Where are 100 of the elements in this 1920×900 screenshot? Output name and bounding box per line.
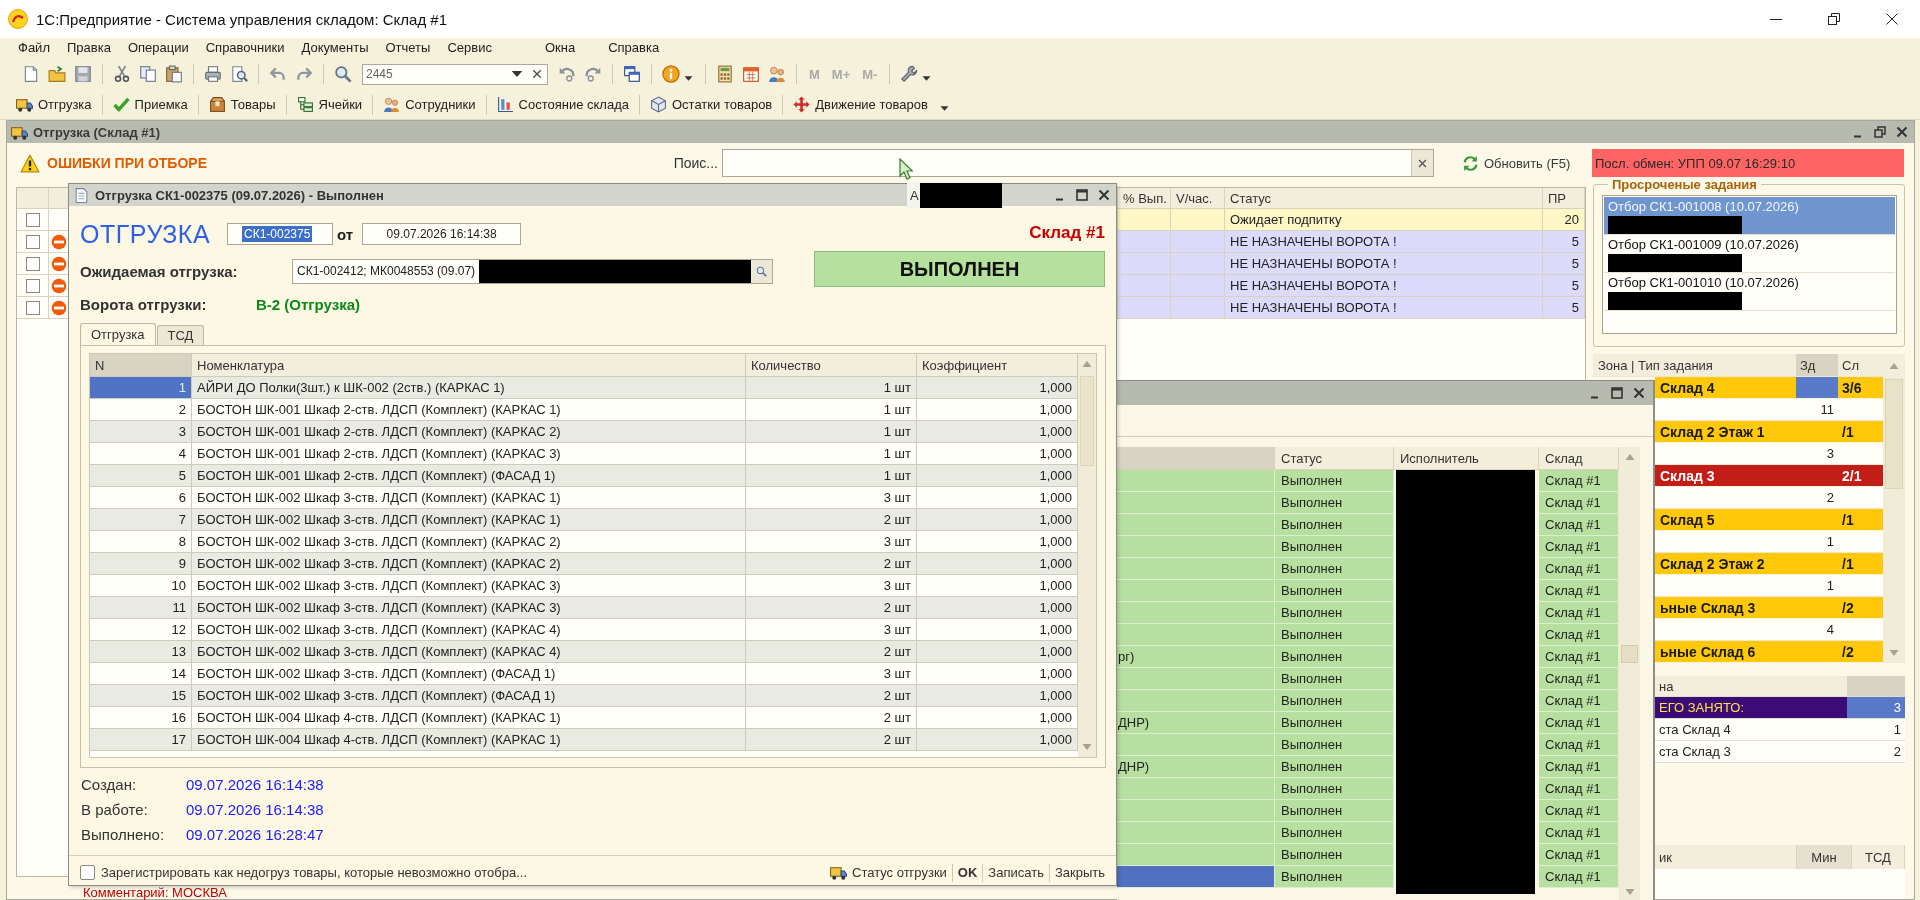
table-cell: 2/1: [1838, 465, 1883, 487]
menu-item[interactable]: Справка: [608, 39, 660, 57]
list-item[interactable]: Отбор СК1-001009 (10.07.2026): [1604, 235, 1895, 273]
printer-icon[interactable]: [204, 65, 222, 83]
scrollbar[interactable]: [1883, 377, 1905, 663]
windows-icon[interactable]: [623, 65, 641, 83]
search-button[interactable]: [751, 258, 773, 284]
menu-item[interactable]: Отчеты: [385, 39, 431, 57]
column-header[interactable]: Номенклатура: [192, 354, 746, 377]
clear-button[interactable]: [1411, 150, 1433, 176]
menu-item[interactable]: Сервис: [447, 39, 492, 57]
copy-icon[interactable]: [139, 65, 157, 83]
folder-icon[interactable]: [48, 65, 66, 83]
table-cell: Склад 5: [1655, 509, 1796, 531]
close-icon[interactable]: [1886, 13, 1898, 25]
users-icon[interactable]: [768, 65, 786, 83]
footer-button[interactable]: Закрыть: [1049, 865, 1110, 880]
scrollbar-thumb[interactable]: [1621, 645, 1638, 663]
number-field[interactable]: СК1-002375: [227, 223, 333, 245]
tab[interactable]: Отгрузка: [80, 323, 156, 345]
column-header[interactable]: Исполнитель: [1394, 447, 1539, 470]
input-field[interactable]: СК1-002412; МК0048553 (09.07): [292, 258, 751, 284]
toolbar-button[interactable]: Приемка: [108, 91, 192, 118]
curved-arrow-icon[interactable]: [584, 65, 602, 83]
toolbar-button[interactable]: Ячейки: [292, 91, 367, 118]
calendar-icon[interactable]: [742, 65, 760, 83]
column-header[interactable]: [49, 188, 69, 209]
column-header[interactable]: Склад: [1539, 447, 1619, 470]
footer-button[interactable]: OK: [952, 865, 983, 880]
restore-icon[interactable]: [1828, 13, 1840, 25]
menu-item[interactable]: Документы: [301, 39, 369, 57]
toolbar-button[interactable]: Отгрузка: [12, 91, 96, 118]
scrollbar[interactable]: [1078, 354, 1096, 757]
toolbar-button[interactable]: Остатки товаров: [646, 91, 777, 118]
date-field[interactable]: 09.07.2026 16:14:38: [362, 223, 522, 245]
close-icon[interactable]: [1098, 189, 1110, 201]
tab[interactable]: ТСД: [156, 325, 205, 345]
table-cell: Выполнен: [1275, 844, 1394, 866]
checkbox[interactable]: [25, 300, 40, 315]
checkbox[interactable]: [25, 234, 40, 249]
search-field[interactable]: [722, 149, 1434, 177]
column-header[interactable]: N: [90, 354, 192, 377]
checkbox[interactable]: [25, 212, 40, 227]
info-icon[interactable]: [662, 65, 680, 83]
column-header[interactable]: Зд: [1796, 354, 1838, 377]
scrollbar-thumb[interactable]: [1080, 376, 1094, 466]
toolbar-button[interactable]: Движение товаров: [789, 91, 932, 118]
search-combo[interactable]: 2445: [362, 63, 548, 85]
table-cell: Выполнен: [1275, 624, 1394, 646]
caret-icon[interactable]: [939, 104, 949, 113]
column-header[interactable]: ПР: [1543, 188, 1585, 209]
column-header[interactable]: Зона | Тип задания: [1593, 354, 1796, 377]
column-header[interactable]: V/час.: [1171, 188, 1225, 209]
column-header[interactable]: ТСД: [1852, 845, 1905, 869]
clipboard-icon[interactable]: [165, 65, 183, 83]
maximize-icon[interactable]: [1611, 387, 1623, 399]
toolbar-button[interactable]: Состояние склада: [492, 91, 633, 118]
column-header[interactable]: % Вып.: [1118, 188, 1171, 209]
column-header[interactable]: Количество: [746, 354, 917, 377]
menu-item[interactable]: Файл: [18, 39, 50, 57]
column-header[interactable]: Мин: [1797, 845, 1852, 869]
list-item[interactable]: Отбор СК1-001010 (10.07.2026): [1604, 273, 1895, 311]
checkbox[interactable]: [80, 865, 95, 880]
undo-icon[interactable]: [269, 65, 287, 83]
menu-item[interactable]: Окна: [544, 39, 576, 57]
column-header[interactable]: Коэффициент: [917, 354, 1078, 377]
footer-button[interactable]: Записать: [983, 865, 1049, 880]
redo-icon[interactable]: [295, 65, 313, 83]
column-header[interactable]: Статус: [1275, 447, 1394, 470]
print-preview-icon[interactable]: [230, 65, 248, 83]
wrench-icon[interactable]: [900, 65, 919, 83]
save-icon[interactable]: [74, 65, 92, 83]
search-icon[interactable]: [334, 65, 352, 83]
curved-arrow-icon[interactable]: [558, 65, 576, 83]
toolbar-button[interactable]: Товары: [204, 91, 280, 118]
date-value: 09.07.2026 16:14:38: [186, 776, 324, 793]
scissors-icon[interactable]: [113, 65, 131, 83]
refresh-button[interactable]: Обновить (F5): [1462, 154, 1580, 172]
column-header[interactable]: Сл: [1838, 354, 1883, 377]
restore-icon[interactable]: [1874, 126, 1886, 138]
caret-icon[interactable]: [922, 73, 932, 83]
maximize-icon[interactable]: [1076, 189, 1088, 201]
clear-icon[interactable]: [531, 68, 543, 80]
scrollbar-thumb[interactable]: [1885, 379, 1903, 489]
close-icon[interactable]: [1896, 126, 1908, 138]
new-document-icon[interactable]: [22, 65, 40, 83]
calculator-icon[interactable]: [716, 65, 734, 83]
checkbox[interactable]: [25, 278, 40, 293]
column-header[interactable]: Статус: [1225, 188, 1543, 209]
menu-item[interactable]: Правка: [66, 39, 111, 57]
menu-item[interactable]: Справочники: [205, 39, 285, 57]
toolbar-button[interactable]: Сотрудники: [379, 91, 480, 118]
checkbox[interactable]: [25, 256, 40, 271]
close-icon[interactable]: [1633, 387, 1645, 399]
menu-item[interactable]: Операции: [127, 39, 189, 57]
column-header[interactable]: ик: [1655, 845, 1797, 869]
caret-icon[interactable]: [684, 73, 693, 83]
column-header[interactable]: на: [1655, 676, 1847, 697]
scrollbar[interactable]: [1619, 447, 1640, 900]
footer-button[interactable]: Статус отгрузки: [825, 864, 952, 881]
